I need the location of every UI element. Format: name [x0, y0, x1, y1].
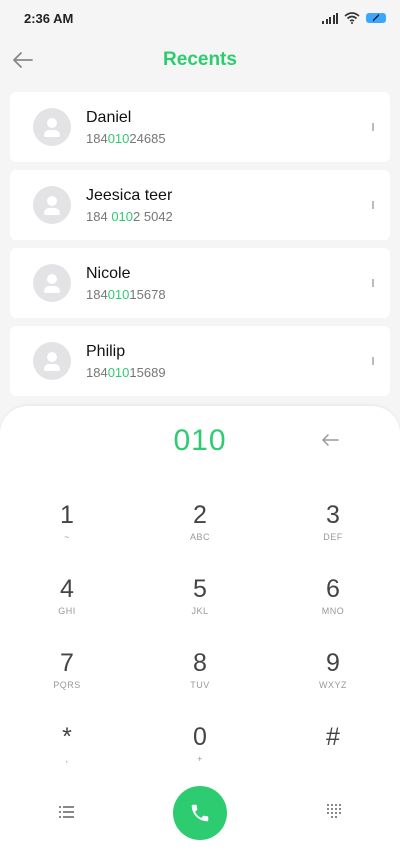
backspace-icon[interactable] [320, 432, 340, 448]
key-star[interactable]: * , [17, 722, 117, 782]
dial-input[interactable]: 010 [0, 424, 400, 458]
key-8[interactable]: 8 TUV [150, 648, 250, 708]
phone-icon [191, 804, 209, 822]
contact-item-nicole[interactable]: Nicole 18401015678 [10, 248, 390, 318]
key-3[interactable]: 3 DEF [283, 500, 383, 560]
call-button[interactable] [173, 786, 227, 840]
contact-item-jeesica[interactable]: Jeesica teer 184 0102 5042 [10, 170, 390, 240]
recents-list: Daniel 18401024685 Jeesica teer 184 0102… [10, 92, 390, 404]
contact-item-philip[interactable]: Philip 18401015689 [10, 326, 390, 396]
contact-detail-icon[interactable] [372, 123, 374, 131]
avatar-icon [33, 264, 71, 302]
contact-item-daniel[interactable]: Daniel 18401024685 [10, 92, 390, 162]
key-9[interactable]: 9 WXYZ [283, 648, 383, 708]
contact-number: 184 0102 5042 [86, 208, 173, 224]
status-icons [322, 12, 386, 24]
contact-number: 18401015689 [86, 364, 166, 380]
contact-name: Daniel [86, 108, 132, 126]
contact-detail-icon[interactable] [372, 357, 374, 365]
dialpad: 010 1 ~ 2 ABC 3 DEF 4 GHI 5 JKL 6 MNO 7 … [0, 406, 400, 866]
avatar-icon [33, 342, 71, 380]
avatar-icon [33, 186, 71, 224]
page-title: Recents [163, 49, 237, 70]
signal-icon [322, 12, 338, 24]
key-0[interactable]: 0 + [150, 722, 250, 782]
back-arrow-icon[interactable] [10, 48, 36, 72]
status-bar: 2:36 AM [0, 0, 400, 36]
key-2[interactable]: 2 ABC [150, 500, 250, 560]
key-5[interactable]: 5 JKL [150, 574, 250, 634]
key-6[interactable]: 6 MNO [283, 574, 383, 634]
key-hash[interactable]: # [283, 722, 383, 782]
status-time: 2:36 AM [24, 10, 74, 26]
contact-name: Jeesica teer [86, 186, 173, 204]
avatar-icon [33, 108, 71, 146]
wifi-icon [344, 12, 360, 24]
menu-list-icon[interactable] [59, 806, 74, 818]
contact-detail-icon[interactable] [372, 201, 374, 209]
battery-icon [366, 13, 386, 23]
contact-number: 18401015678 [86, 286, 166, 302]
header: Recents [0, 40, 400, 80]
key-7[interactable]: 7 PQRS [17, 648, 117, 708]
key-1[interactable]: 1 ~ [17, 500, 117, 560]
key-4[interactable]: 4 GHI [17, 574, 117, 634]
dialpad-grid-icon[interactable] [327, 804, 341, 818]
contact-detail-icon[interactable] [372, 279, 374, 287]
contact-name: Nicole [86, 264, 131, 282]
contact-number: 18401024685 [86, 130, 166, 146]
contact-name: Philip [86, 342, 126, 360]
